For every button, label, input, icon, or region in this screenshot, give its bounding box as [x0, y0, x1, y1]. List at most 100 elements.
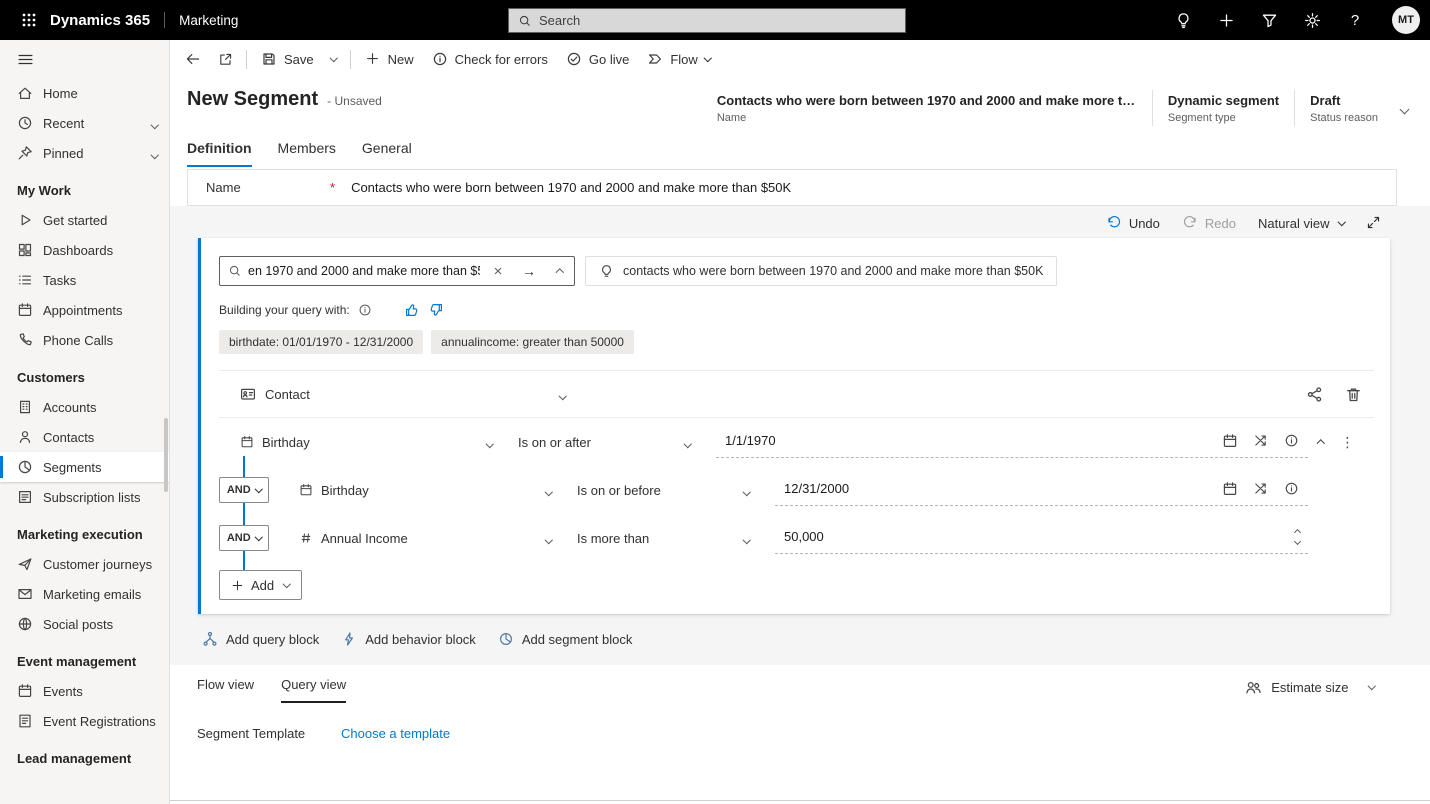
collapse-row-icon[interactable] [1318, 438, 1324, 447]
flow-button[interactable]: Flow [638, 44, 719, 74]
chevron-down-icon[interactable] [152, 116, 158, 131]
app-launcher-button[interactable] [12, 0, 46, 40]
info-icon[interactable] [358, 303, 372, 317]
sidebar-item-pinned[interactable]: Pinned [0, 138, 169, 168]
global-search[interactable] [508, 8, 906, 33]
tab-definition[interactable]: Definition [187, 140, 252, 167]
sitemap-collapse-button[interactable] [0, 40, 169, 78]
relationship-button[interactable] [1306, 386, 1323, 403]
sidebar-item-marketing-emails[interactable]: Marketing emails [0, 579, 169, 609]
add-condition-button[interactable]: Add [219, 570, 302, 600]
sidebar-scrollbar[interactable] [164, 418, 168, 492]
filter-button[interactable] [1260, 11, 1278, 29]
datepicker-icon[interactable] [1222, 481, 1238, 497]
settings-button[interactable] [1303, 11, 1321, 29]
sidebar-item-social-posts[interactable]: Social posts [0, 609, 169, 639]
open-in-new-window-button[interactable] [209, 44, 241, 74]
logical-operator-dropdown[interactable]: AND [219, 477, 269, 503]
fullscreen-button[interactable] [1366, 215, 1382, 231]
query-chip[interactable]: annualincome: greater than 50000 [431, 330, 634, 354]
chevron-down-icon[interactable] [152, 146, 158, 161]
tab-label: General [362, 140, 412, 156]
segment-template-row: Segment Template Choose a template [197, 726, 1430, 741]
exclude-icon[interactable] [1253, 481, 1269, 497]
tab-members[interactable]: Members [278, 140, 336, 167]
tab-flow-view[interactable]: Flow view [197, 677, 254, 703]
sidebar-item-appointments[interactable]: Appointments [0, 295, 169, 325]
lightbulb-button[interactable] [1174, 11, 1192, 29]
collapse-query-button[interactable] [548, 257, 572, 285]
tab-query-view[interactable]: Query view [281, 677, 346, 703]
nl-query-input-box[interactable]: en 1970 and 2000 and make more than $50K… [219, 256, 575, 286]
view-selector-dropdown[interactable]: Natural view [1258, 216, 1344, 231]
help-button[interactable]: ? [1346, 11, 1364, 29]
choose-template-link[interactable]: Choose a template [341, 726, 450, 741]
attribute-dropdown[interactable]: Annual Income [299, 531, 551, 546]
question-icon: ? [1351, 12, 1359, 29]
sidebar-item-customer-journeys[interactable]: Customer journeys [0, 549, 169, 579]
sidebar-item-subscription-lists[interactable]: Subscription lists [0, 482, 169, 512]
operator-dropdown[interactable]: Is on or before [577, 483, 749, 498]
operator-dropdown[interactable]: Is on or after [518, 435, 690, 450]
new-record-button[interactable] [1217, 11, 1235, 29]
sidebar-item-get-started[interactable]: Get started [0, 205, 169, 235]
check-for-errors-button[interactable]: Check for errors [423, 44, 557, 74]
logical-operator-dropdown[interactable]: AND [219, 525, 269, 551]
nl-query-input[interactable]: en 1970 and 2000 and make more than $50K [248, 264, 480, 279]
go-live-button[interactable]: Go live [557, 44, 638, 74]
submit-query-button[interactable]: → [516, 257, 542, 285]
more-options-icon[interactable]: ⋮ [1341, 435, 1355, 449]
tab-general[interactable]: General [362, 140, 412, 167]
query-suggestion[interactable]: contacts who were born between 1970 and … [585, 256, 1057, 286]
sidebar-item-dashboards[interactable]: Dashboards [0, 235, 169, 265]
redo-icon [1182, 215, 1198, 231]
datepicker-icon[interactable] [1222, 433, 1238, 449]
sidebar-item-label: Segments [43, 460, 102, 475]
thumbs-down-button[interactable] [428, 302, 444, 318]
sidebar-item-tasks[interactable]: Tasks [0, 265, 169, 295]
query-chip[interactable]: birthdate: 01/01/1970 - 12/31/2000 [219, 330, 423, 354]
entity-dropdown[interactable]: Contact [240, 386, 565, 402]
new-button[interactable]: New [356, 44, 423, 74]
estimate-size-button[interactable]: Estimate size [1245, 679, 1374, 696]
add-query-block-button[interactable]: Add query block [202, 631, 319, 647]
info-icon[interactable] [1284, 481, 1300, 497]
save-button[interactable]: Save [252, 44, 323, 74]
info-icon[interactable] [1284, 433, 1300, 449]
add-segment-block-button[interactable]: Add segment block [498, 631, 633, 647]
operator-dropdown[interactable]: Is more than [577, 531, 749, 546]
spinner-down-icon[interactable] [1294, 537, 1301, 544]
back-button[interactable] [177, 44, 209, 74]
sidebar-item-accounts[interactable]: Accounts [0, 392, 169, 422]
add-behavior-block-button[interactable]: Add behavior block [341, 631, 476, 647]
redo-button[interactable]: Redo [1182, 215, 1236, 231]
global-search-input[interactable] [539, 13, 896, 28]
attribute-dropdown[interactable]: Birthday [299, 483, 551, 498]
sidebar-item-home[interactable]: Home [0, 78, 169, 108]
sidebar-item-events[interactable]: Events [0, 676, 169, 706]
spinner-up-icon[interactable] [1294, 528, 1301, 535]
sidebar-item-segments[interactable]: Segments [0, 452, 169, 482]
sidebar-item-contacts[interactable]: Contacts [0, 422, 169, 452]
value-field[interactable]: 1/1/1970 [716, 426, 1308, 458]
clear-query-button[interactable]: × [486, 257, 510, 285]
name-field-value[interactable]: Contacts who were born between 1970 and … [351, 180, 791, 195]
number-spinner[interactable] [1295, 530, 1300, 544]
thumbs-up-button[interactable] [404, 302, 420, 318]
exclude-icon[interactable] [1253, 433, 1269, 449]
sidebar-item-event-registrations[interactable]: Event Registrations [0, 706, 169, 736]
header-expand-button[interactable] [1395, 95, 1414, 122]
chevron-down-icon[interactable] [1367, 682, 1375, 690]
value-field[interactable]: 50,000 [775, 522, 1308, 554]
sidebar-item-phone-calls[interactable]: Phone Calls [0, 325, 169, 355]
user-avatar[interactable]: MT [1392, 6, 1420, 34]
sidebar-section-customers: Customers [0, 355, 169, 392]
save-split-chevron[interactable] [323, 44, 345, 74]
brand-title[interactable]: Dynamics 365 [50, 12, 150, 29]
app-name[interactable]: Marketing [179, 13, 238, 28]
undo-button[interactable]: Undo [1106, 215, 1160, 231]
delete-block-button[interactable] [1345, 386, 1362, 403]
sidebar-item-recent[interactable]: Recent [0, 108, 169, 138]
value-field[interactable]: 12/31/2000 [775, 474, 1308, 506]
attribute-dropdown[interactable]: Birthday [240, 435, 492, 450]
